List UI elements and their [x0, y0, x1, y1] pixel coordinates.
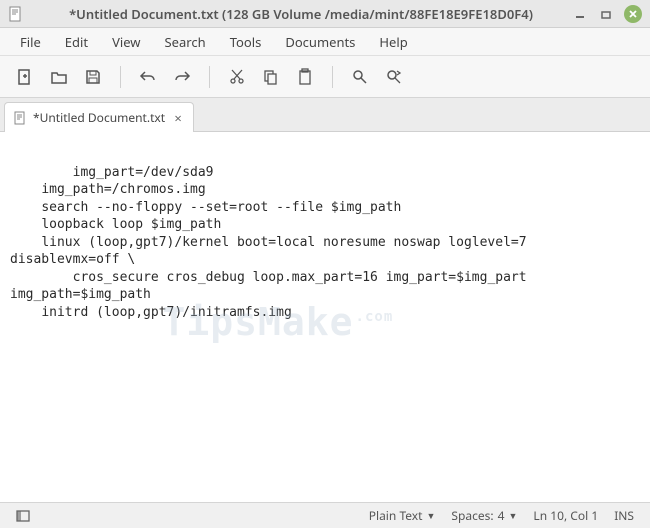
menu-edit[interactable]: Edit — [55, 29, 98, 55]
document-icon — [13, 111, 27, 125]
window: *Untitled Document.txt (128 GB Volume /m… — [0, 0, 650, 528]
statusbar: Plain Text ▼ Spaces: 4 ▼ Ln 10, Col 1 IN… — [0, 502, 650, 528]
menu-view[interactable]: View — [102, 29, 150, 55]
find-replace-button[interactable] — [379, 62, 409, 92]
close-button[interactable] — [624, 5, 642, 23]
language-selector[interactable]: Plain Text ▼ — [361, 505, 444, 526]
menu-file[interactable]: File — [10, 29, 51, 55]
new-file-button[interactable] — [10, 62, 40, 92]
open-file-button[interactable] — [44, 62, 74, 92]
spaces-value: 4 — [498, 507, 505, 524]
chevron-down-icon: ▼ — [508, 509, 517, 522]
copy-button[interactable] — [256, 62, 286, 92]
search-button[interactable] — [345, 62, 375, 92]
watermark-suffix: .com — [356, 309, 394, 325]
paste-button[interactable] — [290, 62, 320, 92]
menu-search[interactable]: Search — [155, 29, 216, 55]
tabbar: *Untitled Document.txt × — [0, 98, 650, 132]
toolbar — [0, 56, 650, 98]
toolbar-separator — [120, 66, 121, 88]
editor-content[interactable]: img_part=/dev/sda9 img_path=/chromos.img… — [10, 165, 534, 320]
side-panel-toggle[interactable] — [8, 507, 38, 525]
position-label: Ln 10, Col 1 — [533, 507, 598, 524]
cut-button[interactable] — [222, 62, 252, 92]
editor-area[interactable]: img_part=/dev/sda9 img_path=/chromos.img… — [0, 132, 650, 502]
toolbar-separator — [209, 66, 210, 88]
menu-documents[interactable]: Documents — [275, 29, 365, 55]
status-left — [8, 507, 38, 525]
mode-label: INS — [614, 507, 634, 524]
tab-label: *Untitled Document.txt — [33, 109, 165, 126]
undo-button[interactable] — [133, 62, 163, 92]
tab-width-selector[interactable]: Spaces: 4 ▼ — [443, 505, 525, 526]
menu-help[interactable]: Help — [369, 29, 417, 55]
app-icon — [8, 6, 24, 22]
toolbar-separator — [332, 66, 333, 88]
insert-mode[interactable]: INS — [606, 505, 642, 526]
language-label: Plain Text — [369, 507, 423, 524]
titlebar: *Untitled Document.txt (128 GB Volume /m… — [0, 0, 650, 28]
save-button[interactable] — [78, 62, 108, 92]
maximize-button[interactable] — [598, 6, 614, 22]
spaces-label: Spaces: — [451, 507, 493, 524]
menu-tools[interactable]: Tools — [220, 29, 272, 55]
menubar: File Edit View Search Tools Documents He… — [0, 28, 650, 56]
tab-close-button[interactable]: × — [171, 111, 185, 125]
window-controls — [572, 5, 642, 23]
chevron-down-icon: ▼ — [426, 509, 435, 522]
minimize-button[interactable] — [572, 6, 588, 22]
cursor-position[interactable]: Ln 10, Col 1 — [525, 505, 606, 526]
redo-button[interactable] — [167, 62, 197, 92]
window-title: *Untitled Document.txt (128 GB Volume /m… — [30, 5, 572, 23]
document-tab[interactable]: *Untitled Document.txt × — [4, 102, 194, 132]
